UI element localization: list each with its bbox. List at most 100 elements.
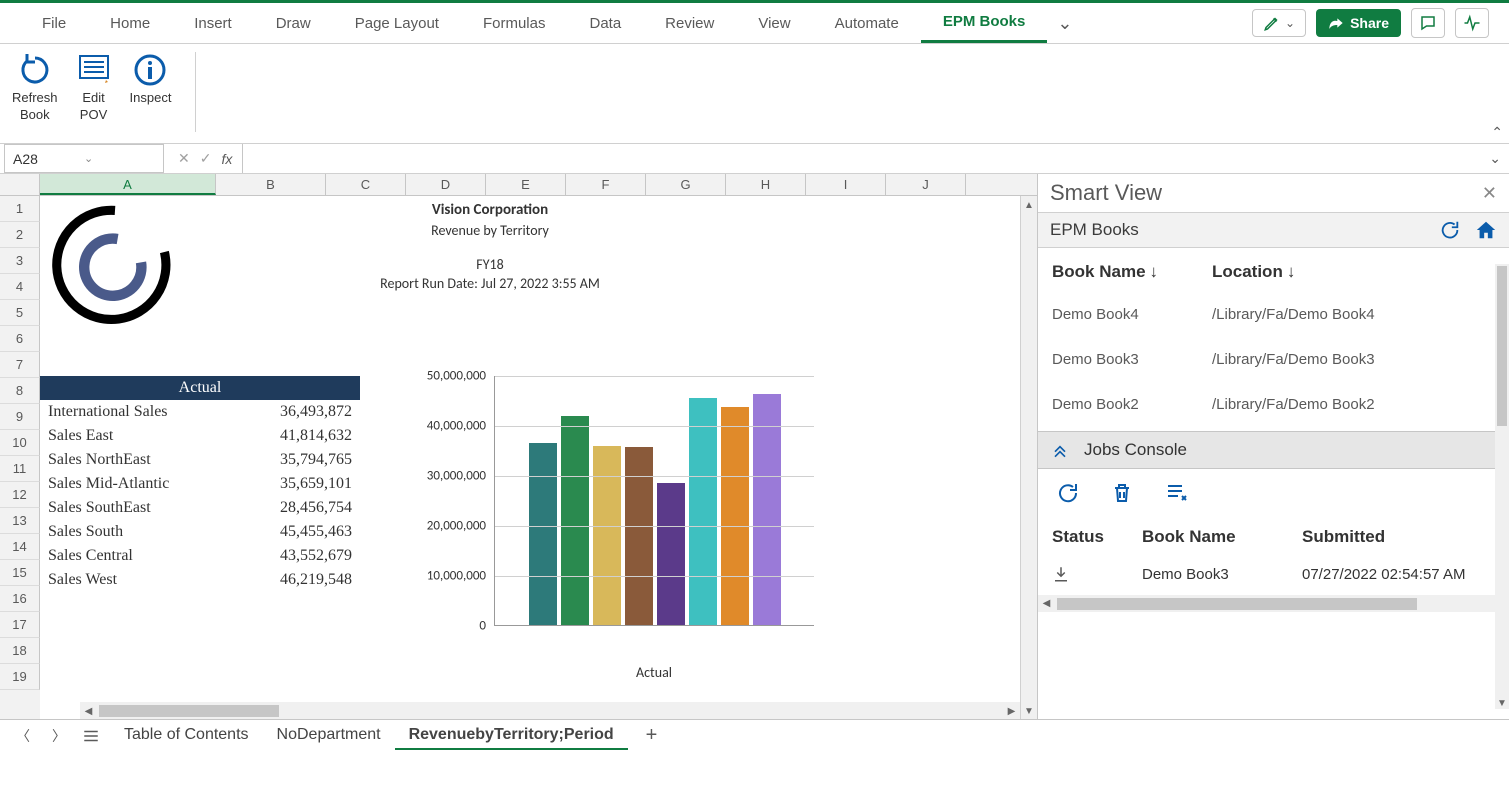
name-box[interactable]: A28 ⌄	[4, 144, 164, 173]
tab-data[interactable]: Data	[567, 3, 643, 43]
tab-draw[interactable]: Draw	[254, 3, 333, 43]
row-header[interactable]: 18	[0, 638, 40, 664]
job-status[interactable]	[1052, 565, 1142, 583]
add-sheet-icon[interactable]: +	[638, 724, 666, 747]
vertical-scrollbar[interactable]: ▲ ▼	[1020, 196, 1037, 719]
refresh-panel-icon[interactable]	[1439, 219, 1461, 241]
row-header[interactable]: 12	[0, 482, 40, 508]
column-header[interactable]: D	[406, 174, 486, 195]
editing-mode-button[interactable]: ⌄	[1252, 9, 1306, 37]
scroll-up-icon[interactable]: ▲	[1021, 196, 1037, 213]
fx-icon[interactable]: fx	[221, 151, 232, 167]
row-header[interactable]: 2	[0, 222, 40, 248]
collapse-ribbon-icon[interactable]: ⌃	[1491, 124, 1503, 141]
col-book-name[interactable]: Book Name ↓	[1052, 262, 1212, 282]
column-header[interactable]: F	[566, 174, 646, 195]
job-row[interactable]: Demo Book307/27/2022 02:54:57 AM	[1038, 557, 1509, 591]
panel-vertical-scrollbar[interactable]: ▼	[1495, 264, 1509, 709]
y-tick: 10,000,000	[427, 569, 486, 584]
book-row[interactable]: Demo Book4/Library/Fa/Demo Book4	[1052, 292, 1495, 337]
column-header[interactable]: A	[40, 174, 216, 195]
scroll-down-icon[interactable]: ▼	[1495, 698, 1509, 709]
tab-review[interactable]: Review	[643, 3, 736, 43]
col-status[interactable]: Status	[1052, 527, 1142, 547]
row-header[interactable]: 16	[0, 586, 40, 612]
analyze-button[interactable]	[1455, 8, 1489, 38]
row-header[interactable]: 9	[0, 404, 40, 430]
jobs-console-bar[interactable]: Jobs Console	[1038, 431, 1509, 469]
tab-view[interactable]: View	[736, 3, 812, 43]
home-icon[interactable]	[1475, 219, 1497, 241]
tab-insert[interactable]: Insert	[172, 3, 254, 43]
row-header[interactable]: 7	[0, 352, 40, 378]
comments-button[interactable]	[1411, 8, 1445, 38]
book-row[interactable]: Demo Book3/Library/Fa/Demo Book3	[1052, 337, 1495, 382]
row-header[interactable]: 13	[0, 508, 40, 534]
row-header[interactable]: 15	[0, 560, 40, 586]
row-header[interactable]: 1	[0, 196, 40, 222]
sheet-content[interactable]: Vision Corporation Revenue by Territory …	[40, 196, 1037, 719]
collapse-jobs-icon[interactable]	[1050, 440, 1070, 460]
delete-job-icon[interactable]	[1110, 481, 1134, 505]
scroll-left-icon[interactable]: ◀	[80, 704, 97, 717]
all-sheets-icon[interactable]	[82, 727, 100, 745]
panel-subtitle: EPM Books	[1050, 220, 1139, 240]
col-job-book-name[interactable]: Book Name	[1142, 527, 1302, 547]
inspect-button[interactable]: Inspect	[130, 52, 172, 107]
tab-file[interactable]: File	[20, 3, 88, 43]
scroll-thumb[interactable]	[99, 705, 279, 717]
sheet-tab[interactable]: NoDepartment	[263, 722, 395, 750]
scroll-down-icon[interactable]: ▼	[1021, 702, 1037, 719]
panel-horizontal-scrollbar[interactable]: ◀ ▶	[1038, 595, 1509, 612]
tab-automate[interactable]: Automate	[813, 3, 921, 43]
horizontal-scrollbar[interactable]: ◀ ▶	[80, 702, 1020, 719]
column-header[interactable]: I	[806, 174, 886, 195]
row-header[interactable]: 3	[0, 248, 40, 274]
col-submitted[interactable]: Submitted	[1302, 527, 1385, 547]
cancel-icon[interactable]: ✕	[178, 150, 190, 167]
row-header[interactable]: 5	[0, 300, 40, 326]
sheet-tab[interactable]: Table of Contents	[110, 722, 263, 750]
column-header[interactable]: C	[326, 174, 406, 195]
chart-bar	[625, 447, 653, 625]
refresh-book-button[interactable]: Refresh Book	[12, 52, 58, 124]
row-header[interactable]: 11	[0, 456, 40, 482]
col-location[interactable]: Location ↓	[1212, 262, 1295, 282]
accept-icon[interactable]: ✓	[200, 150, 212, 167]
row-header[interactable]: 19	[0, 664, 40, 690]
scroll-left-icon[interactable]: ◀	[1038, 598, 1055, 609]
row-header[interactable]: 17	[0, 612, 40, 638]
row-header[interactable]: 10	[0, 430, 40, 456]
tab-home[interactable]: Home	[88, 3, 172, 43]
next-sheet-icon[interactable]: 〉	[46, 726, 72, 746]
select-all-corner[interactable]	[0, 174, 40, 195]
column-header[interactable]: H	[726, 174, 806, 195]
column-header[interactable]: G	[646, 174, 726, 195]
book-row[interactable]: Demo Book2/Library/Fa/Demo Book2	[1052, 382, 1495, 427]
tab-epm-books[interactable]: EPM Books	[921, 3, 1048, 43]
edit-pov-button[interactable]: Edit POV	[76, 52, 112, 124]
column-header[interactable]: B	[216, 174, 326, 195]
row-header[interactable]: 4	[0, 274, 40, 300]
scroll-right-icon[interactable]: ▶	[1003, 704, 1020, 717]
ribbon-more-icon[interactable]: ⌄	[1047, 13, 1082, 34]
tab-formulas[interactable]: Formulas	[461, 3, 568, 43]
row-header[interactable]: 8	[0, 378, 40, 404]
row-header[interactable]: 6	[0, 326, 40, 352]
expand-formula-icon[interactable]: ⌄	[1481, 150, 1509, 167]
prev-sheet-icon[interactable]: 〈	[10, 726, 36, 746]
y-tick: 0	[479, 619, 486, 634]
scroll-thumb[interactable]	[1497, 266, 1507, 426]
column-header[interactable]: J	[886, 174, 966, 195]
table-row: Sales South45,455,463	[40, 520, 360, 544]
clear-jobs-icon[interactable]	[1164, 481, 1188, 505]
refresh-jobs-icon[interactable]	[1056, 481, 1080, 505]
sheet-tab[interactable]: RevenuebyTerritory;Period	[395, 722, 628, 750]
close-panel-icon[interactable]: ✕	[1482, 183, 1497, 204]
row-header[interactable]: 14	[0, 534, 40, 560]
scroll-thumb[interactable]	[1057, 598, 1417, 610]
share-button[interactable]: Share	[1316, 9, 1401, 37]
tab-page-layout[interactable]: Page Layout	[333, 3, 461, 43]
formula-input[interactable]	[243, 144, 1481, 173]
column-header[interactable]: E	[486, 174, 566, 195]
